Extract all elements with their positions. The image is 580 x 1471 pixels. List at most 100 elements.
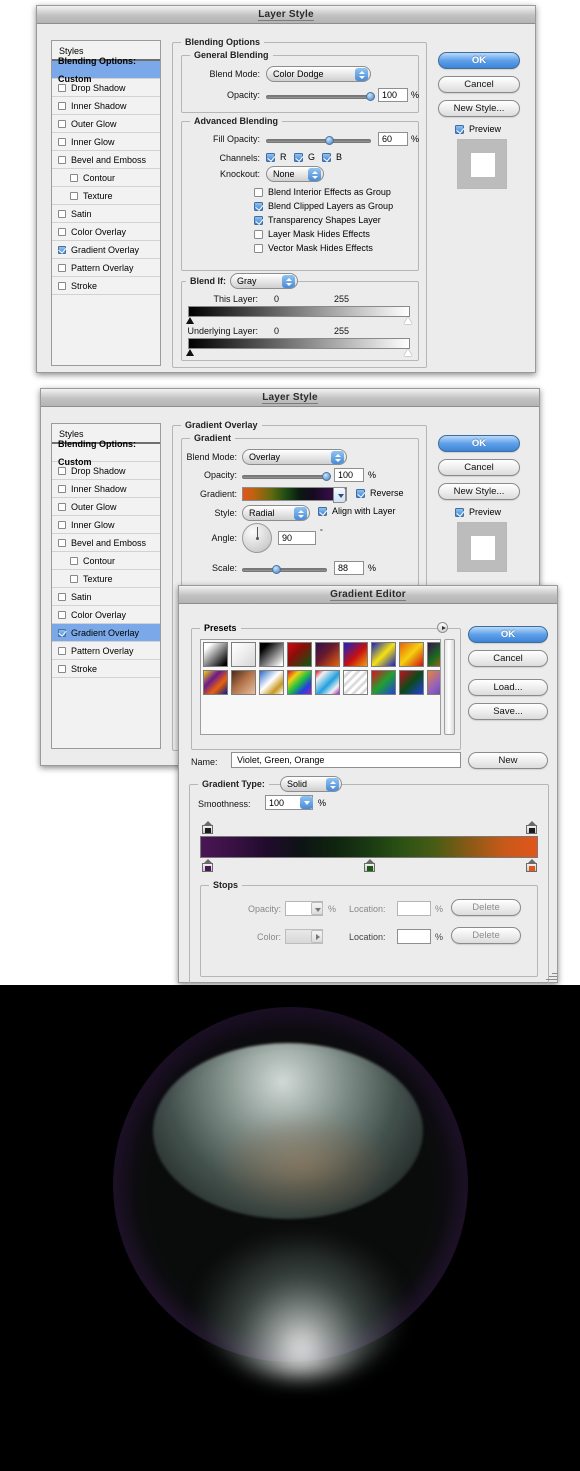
preset-swatch[interactable] <box>203 642 228 667</box>
fill-opacity-slider-knob[interactable] <box>325 136 334 145</box>
checkbox-icon[interactable] <box>58 592 66 601</box>
dialog1-style-inner-shadow[interactable]: Inner Shadow <box>52 97 160 115</box>
preset-swatch[interactable] <box>399 670 424 695</box>
checkbox-icon[interactable] <box>58 538 66 547</box>
checkbox-icon[interactable] <box>58 646 66 655</box>
preset-swatch[interactable] <box>259 670 284 695</box>
dialog2-preview-checkbox[interactable]: Preview <box>455 507 501 517</box>
dialog2-ok-button[interactable]: OK <box>438 435 520 452</box>
preset-swatch[interactable] <box>343 670 368 695</box>
opacity-slider-knob[interactable] <box>366 92 375 101</box>
checkbox-icon[interactable] <box>58 101 66 110</box>
gradient-editor-save-button[interactable]: Save... <box>468 703 548 720</box>
gradient-editor-ok-button[interactable]: OK <box>468 626 548 643</box>
opacity-stop[interactable] <box>526 821 537 834</box>
fill-opacity-input[interactable]: 60 <box>378 132 408 146</box>
gradient-editing-ramp[interactable] <box>200 836 538 858</box>
dialog2-style-color-overlay[interactable]: Color Overlay <box>52 606 160 624</box>
scale-slider-knob[interactable] <box>272 565 281 574</box>
this-layer-white-stop[interactable] <box>404 317 412 324</box>
blend-mode-select[interactable]: Color Dodge <box>266 66 371 82</box>
dialog2-style-outer-glow[interactable]: Outer Glow <box>52 498 160 516</box>
scale-input[interactable]: 88 <box>334 561 364 575</box>
angle-input[interactable]: 90 <box>278 531 316 545</box>
checkbox-icon[interactable] <box>58 466 66 475</box>
layer-mask-hides-effects-checkbox[interactable]: Layer Mask Hides Effects <box>254 229 370 239</box>
checkbox-icon[interactable] <box>70 556 78 565</box>
dialog2-cancel-button[interactable]: Cancel <box>438 459 520 476</box>
preset-swatch[interactable] <box>399 642 424 667</box>
resize-grip-icon[interactable] <box>545 970 557 982</box>
dialog2-style-pattern-overlay[interactable]: Pattern Overlay <box>52 642 160 660</box>
gradient-editor-load-button[interactable]: Load... <box>468 679 548 696</box>
preset-swatch[interactable] <box>371 670 396 695</box>
checkbox-icon[interactable] <box>58 281 66 290</box>
dialog1-style-texture[interactable]: Texture <box>52 187 160 205</box>
blend-if-select[interactable]: Gray <box>230 273 298 289</box>
dialog1-style-contour[interactable]: Contour <box>52 169 160 187</box>
dialog1-style-pattern-overlay[interactable]: Pattern Overlay <box>52 259 160 277</box>
reverse-checkbox[interactable]: Reverse <box>356 488 404 498</box>
opacity-slider[interactable] <box>266 95 371 99</box>
dialog1-style-bevel-and-emboss[interactable]: Bevel and Emboss <box>52 151 160 169</box>
dialog2-style-texture[interactable]: Texture <box>52 570 160 588</box>
gradient-preview-swatch[interactable] <box>242 487 347 503</box>
stops-location-input-1[interactable] <box>397 901 431 916</box>
blend-clipped-layers-checkbox[interactable]: Blend Clipped Layers as Group <box>254 201 393 211</box>
preset-swatch[interactable] <box>315 642 340 667</box>
preset-swatch[interactable] <box>343 642 368 667</box>
dialog1-preview-checkbox[interactable]: Preview <box>455 124 501 134</box>
dialog1-style-satin[interactable]: Satin <box>52 205 160 223</box>
dialog1-style-blending-options[interactable]: Blending Options: Custom <box>52 56 160 84</box>
presets-options-menu-icon[interactable] <box>437 622 448 633</box>
preset-swatch[interactable] <box>259 642 284 667</box>
preset-swatch[interactable] <box>287 670 312 695</box>
angle-dial[interactable] <box>242 523 272 553</box>
transparency-shapes-layer-checkbox[interactable]: Transparency Shapes Layer <box>254 215 381 225</box>
new-gradient-button[interactable]: New <box>468 752 548 769</box>
color-stop[interactable] <box>526 859 537 872</box>
checkbox-icon[interactable] <box>58 245 66 254</box>
checkbox-icon[interactable] <box>58 610 66 619</box>
knockout-select[interactable]: None <box>266 166 324 182</box>
gradient-editor-cancel-button[interactable]: Cancel <box>468 650 548 667</box>
checkbox-icon[interactable] <box>58 119 66 128</box>
preset-swatch[interactable] <box>315 670 340 695</box>
checkbox-icon[interactable] <box>70 574 78 583</box>
gradient-opacity-slider[interactable] <box>242 475 327 479</box>
underlying-layer-ramp[interactable] <box>188 338 410 349</box>
gradient-opacity-knob[interactable] <box>322 472 331 481</box>
preset-swatch[interactable] <box>371 642 396 667</box>
gradient-opacity-input[interactable]: 100 <box>334 468 364 482</box>
dialog1-style-color-overlay[interactable]: Color Overlay <box>52 223 160 241</box>
channel-b-checkbox[interactable]: B <box>322 152 342 162</box>
color-stop[interactable] <box>202 859 213 872</box>
stops-delete-button-1[interactable]: Delete <box>451 899 521 916</box>
dialog2-style-gradient-overlay[interactable]: Gradient Overlay <box>52 624 160 642</box>
blend-interior-effects-checkbox[interactable]: Blend Interior Effects as Group <box>254 187 391 197</box>
checkbox-icon[interactable] <box>58 155 66 164</box>
stops-location-input-2[interactable] <box>397 929 431 944</box>
dialog1-style-inner-glow[interactable]: Inner Glow <box>52 133 160 151</box>
checkbox-icon[interactable] <box>58 83 66 92</box>
smoothness-chevron-down-icon[interactable] <box>300 796 313 809</box>
opacity-stop[interactable] <box>202 821 213 834</box>
dialog1-ok-button[interactable]: OK <box>438 52 520 69</box>
dialog1-style-gradient-overlay[interactable]: Gradient Overlay <box>52 241 160 259</box>
dialog2-style-satin[interactable]: Satin <box>52 588 160 606</box>
scale-slider[interactable] <box>242 568 327 572</box>
this-layer-black-stop[interactable] <box>186 317 194 324</box>
dialog2-style-contour[interactable]: Contour <box>52 552 160 570</box>
checkbox-icon[interactable] <box>70 191 78 200</box>
gradient-blend-mode-select[interactable]: Overlay <box>242 449 347 465</box>
checkbox-icon[interactable] <box>58 484 66 493</box>
checkbox-icon[interactable] <box>58 520 66 529</box>
preset-swatch[interactable] <box>231 642 256 667</box>
dialog2-style-inner-glow[interactable]: Inner Glow <box>52 516 160 534</box>
this-layer-ramp[interactable] <box>188 306 410 317</box>
preset-swatch[interactable] <box>203 670 228 695</box>
fill-opacity-slider[interactable] <box>266 139 371 143</box>
opacity-input[interactable]: 100 <box>378 88 408 102</box>
dialog2-style-blending-options[interactable]: Blending Options: Custom <box>52 439 160 467</box>
align-with-layer-checkbox[interactable]: Align with Layer <box>318 506 396 516</box>
